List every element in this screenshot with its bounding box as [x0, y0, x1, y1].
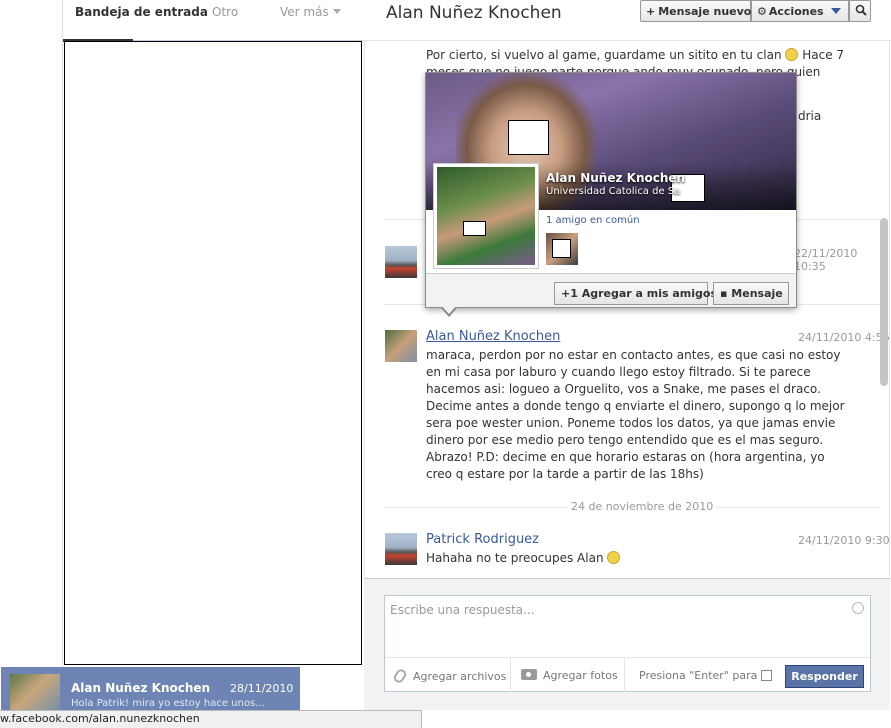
add-friend-button[interactable]: +1 Agregar a mis amigos: [554, 282, 717, 305]
reply-input[interactable]: Escribe una respuesta...: [390, 603, 535, 617]
sender-link[interactable]: Patrick Rodriguez: [426, 532, 539, 547]
tab-inbox[interactable]: Bandeja de entrada: [75, 5, 208, 19]
redaction-box: [508, 120, 549, 155]
hovercard-footer: +1 Agregar a mis amigos ▪ Mensaje: [426, 273, 796, 307]
actions-label: Acciones: [768, 5, 824, 18]
message-line: Decime antes a donde tengo q enviarte el…: [426, 399, 845, 413]
add-photos-button[interactable]: Agregar fotos: [511, 658, 625, 692]
message-line: sera poe wester union. Poneme todos los …: [426, 416, 836, 430]
attach-files-button[interactable]: Agregar archivos: [391, 658, 511, 692]
hovercard-name[interactable]: Alan Nuñez Knochen: [546, 171, 685, 185]
gear-icon: ⚙: [757, 5, 767, 18]
message-line: dria: [798, 109, 822, 123]
thread-list: [64, 41, 362, 665]
inbox-tabs: Bandeja de entrada Otro Ver más: [63, 0, 363, 42]
avatar: [10, 674, 60, 714]
redaction-box: [552, 239, 571, 258]
tab-other[interactable]: Otro: [212, 5, 238, 19]
actions-button[interactable]: ⚙ Acciones: [751, 0, 849, 22]
sender-link[interactable]: Alan Nuñez Knochen: [426, 329, 560, 344]
message-timestamp: 24/11/2010 4:56: [798, 331, 890, 344]
message-icon: ▪: [720, 287, 732, 300]
profile-photo-image: [437, 167, 535, 265]
message-line: Abrazo! P.D: decime en que horario estar…: [426, 450, 825, 464]
message-partial-top: Por cierto, si vuelvo al game, guardame …: [426, 47, 844, 64]
search-button[interactable]: [849, 0, 871, 22]
hovercard-pointer-inner: [441, 305, 457, 314]
chevron-down-icon: [830, 8, 841, 14]
redaction-box: [463, 221, 486, 236]
smiley-icon: [607, 551, 621, 564]
mutual-friend-avatar[interactable]: [546, 233, 578, 265]
message-line: Por cierto, si vuelvo al game, guardame …: [426, 48, 782, 62]
mutual-friends-link[interactable]: 1 amigo en común: [546, 215, 640, 226]
enter-hint-label: Presiona "Enter" para ...: [639, 669, 772, 682]
message-line: creo q estare por la tarde a partir de l…: [426, 467, 704, 481]
browser-status-bar: w.facebook.com/alan.nunezknochen: [0, 710, 422, 728]
thread-name: Alan Nuñez Knochen: [71, 681, 211, 695]
date-separator: 24 de noviembre de 2010: [567, 500, 718, 513]
add-friend-icon: +1: [561, 287, 582, 300]
search-icon: [855, 4, 867, 16]
conversation-title: Alan Nuñez Knochen: [386, 3, 562, 23]
message-line: Hahaha no te preocupes Alan: [426, 551, 604, 565]
message-body: Hahaha no te preocupes Alan: [426, 550, 621, 567]
attach-files-label: Agregar archivos: [413, 670, 507, 683]
left-gutter: [0, 0, 63, 728]
scrollbar[interactable]: [880, 218, 888, 386]
profile-photo[interactable]: [433, 163, 539, 269]
thread-item-selected[interactable]: Alan Nuñez Knochen 28/11/2010 Hola Patri…: [1, 667, 300, 715]
new-message-label: Mensaje nuevo: [658, 5, 752, 18]
hovercard-school: Universidad Catolica de Sa: [546, 186, 681, 197]
message-line: dinero por ese medio pero tengo entendid…: [426, 433, 824, 447]
message-line: hacemos asi: logueo a Orguelito, vos a S…: [426, 382, 821, 396]
paperclip-icon: [391, 667, 409, 685]
message-line: Hace 7: [802, 48, 845, 62]
emoticon-icon[interactable]: [852, 602, 864, 614]
thread-date: 28/11/2010: [230, 682, 294, 695]
tab-more[interactable]: Ver más: [280, 5, 341, 19]
message-line: en mi casa por laburo y cuando llego est…: [426, 365, 811, 379]
message-line: maraca, perdon por no estar en contacto …: [426, 348, 841, 362]
enter-to-send-checkbox[interactable]: [761, 670, 772, 681]
profile-hovercard: Alan Nuñez Knochen Universidad Catolica …: [425, 72, 797, 317]
tab-more-label: Ver más: [280, 5, 329, 19]
add-friend-label: Agregar a mis amigos: [581, 287, 718, 300]
message-timestamp: 24/11/2010 9:30: [798, 534, 890, 547]
message-label: Mensaje: [731, 287, 783, 300]
message-button[interactable]: ▪ Mensaje: [713, 282, 789, 305]
reply-box: Escribe una respuesta... Agregar archivo…: [384, 595, 871, 692]
new-message-button[interactable]: + Mensaje nuevo: [640, 0, 751, 22]
avatar[interactable]: [385, 330, 417, 362]
avatar[interactable]: [385, 533, 417, 565]
reply-button[interactable]: Responder: [785, 665, 864, 688]
avatar[interactable]: [385, 246, 417, 278]
conversation-header: Alan Nuñez Knochen + Mensaje nuevo ⚙ Accio…: [363, 0, 891, 41]
message-body: maraca, perdon por no estar en contacto …: [426, 347, 846, 483]
chevron-down-icon: [332, 9, 341, 14]
camera-icon: [521, 669, 537, 680]
smiley-icon: [785, 48, 799, 61]
reply-toolbar: Agregar archivos Agregar fotos Presiona …: [385, 657, 870, 692]
thread-snippet: Hola Patrik! mira yo estoy hace unos...: [71, 698, 265, 709]
message-timestamp: 22/11/2010 10:35: [794, 247, 858, 273]
enter-to-send-hint: Presiona "Enter" para ...: [625, 658, 772, 692]
inbox-column: Bandeja de entrada Otro Ver más: [63, 0, 363, 728]
add-photos-label: Agregar fotos: [543, 669, 618, 682]
plus-icon: +: [646, 5, 656, 18]
